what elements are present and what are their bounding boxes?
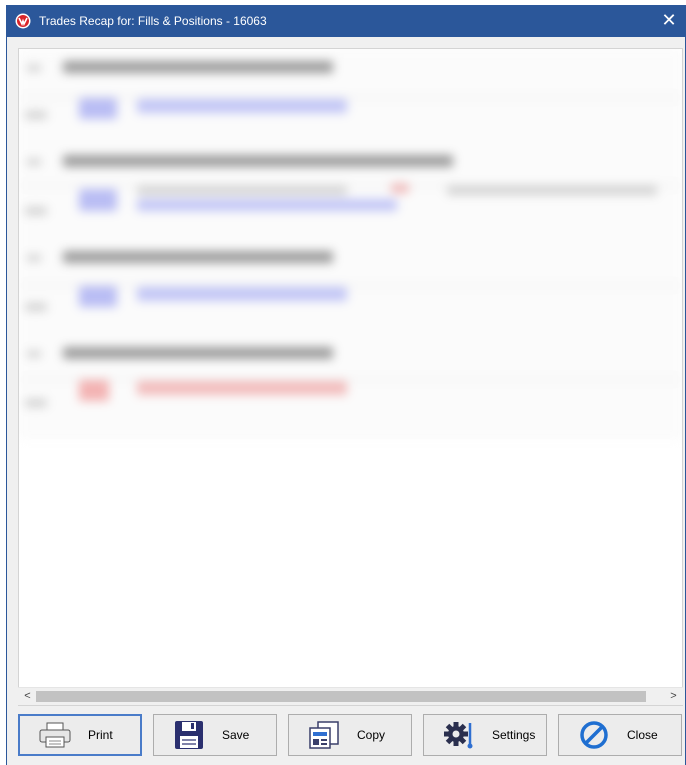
save-button[interactable]: Save: [153, 714, 277, 756]
settings-button[interactable]: Settings: [423, 714, 547, 756]
settings-label: Settings: [492, 728, 536, 742]
close-label: Close: [627, 728, 658, 742]
window-title: Trades Recap for: Fills & Positions - 16…: [39, 14, 267, 28]
scrollbar-thumb[interactable]: [36, 691, 646, 702]
app-icon: [15, 13, 31, 29]
floppy-disk-icon: [170, 720, 208, 750]
close-button[interactable]: Close: [558, 714, 682, 756]
trades-recap-window: Trades Recap for: Fills & Positions - 16…: [6, 5, 686, 765]
scroll-left-arrow[interactable]: <: [19, 688, 36, 705]
copy-icon: [305, 720, 343, 750]
recap-content-area[interactable]: [18, 48, 683, 706]
blurred-trade-list: [19, 49, 682, 439]
copy-label: Copy: [357, 728, 386, 742]
save-label: Save: [222, 728, 250, 742]
scroll-right-arrow[interactable]: >: [665, 688, 682, 705]
prohibited-icon: [575, 720, 613, 750]
print-label: Print: [88, 728, 113, 742]
title-bar[interactable]: Trades Recap for: Fills & Positions - 16…: [7, 5, 685, 37]
printer-icon: [36, 720, 74, 750]
horizontal-scrollbar[interactable]: < >: [18, 687, 683, 705]
print-button[interactable]: Print: [18, 714, 142, 756]
gear-icon: [440, 720, 478, 750]
close-icon[interactable]: ✕: [659, 10, 679, 30]
copy-button[interactable]: Copy: [288, 714, 412, 756]
